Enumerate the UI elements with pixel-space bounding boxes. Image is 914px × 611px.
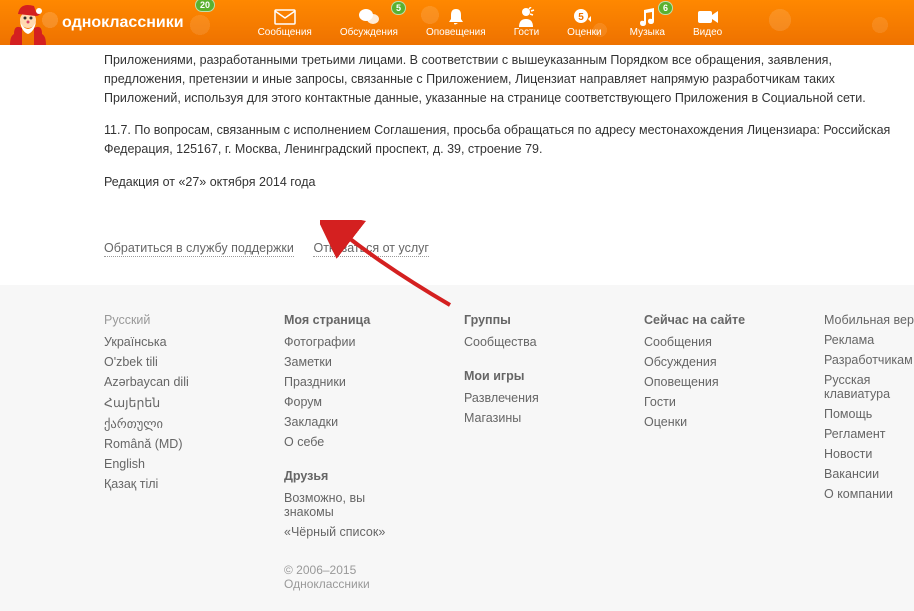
footer-link[interactable]: Развлечения <box>464 391 574 405</box>
agreement-date: Редакция от «27» октября 2014 года <box>104 173 914 192</box>
footer-link[interactable]: Оценки <box>644 415 754 429</box>
footer-col-misc: Мобильная версия Реклама Разработчикам Р… <box>824 313 914 591</box>
support-link[interactable]: Обратиться в службу поддержки <box>104 241 294 257</box>
nav-label: Видео <box>693 27 722 38</box>
nav-label: Сообщения <box>258 27 312 38</box>
bell-icon <box>445 7 467 27</box>
footer-link[interactable]: Помощь <box>824 407 914 421</box>
lang-link[interactable]: English <box>104 457 214 471</box>
footer-link[interactable]: Мобильная версия <box>824 313 914 327</box>
note-icon <box>636 7 658 27</box>
optout-link[interactable]: Отказаться от услуг <box>313 241 428 257</box>
person-icon <box>515 7 537 27</box>
nav-label: Гости <box>514 27 539 38</box>
footer-heading[interactable]: Друзья <box>284 469 394 483</box>
footer-link[interactable]: Заметки <box>284 355 394 369</box>
agreement-paragraph: Приложениями, разработанными третьими ли… <box>104 51 914 107</box>
agreement-paragraph: 11.7. По вопросам, связанным с исполнени… <box>104 121 914 159</box>
lang-link[interactable]: Azərbaycan dili <box>104 375 214 389</box>
footer-link[interactable]: Реклама <box>824 333 914 347</box>
nav-label: Музыка <box>630 27 665 38</box>
santa-logo-icon[interactable] <box>0 0 60 45</box>
lang-link[interactable]: ქართული <box>104 416 214 431</box>
nav-notifications[interactable]: Оповещения <box>412 3 500 42</box>
footer-link[interactable]: Обсуждения <box>644 355 754 369</box>
footer-col-mypage: Моя страница Фотографии Заметки Праздник… <box>284 313 394 591</box>
badge: 6 <box>658 1 673 15</box>
footer-link[interactable]: Оповещения <box>644 375 754 389</box>
nav-label: Оповещения <box>426 27 486 38</box>
logo-text[interactable]: одноклассники <box>62 14 184 32</box>
lang-link[interactable]: Română (MD) <box>104 437 214 451</box>
footer-heading[interactable]: Группы <box>464 313 574 327</box>
footer-col-languages: Русский Українська O'zbek tili Azərbayca… <box>104 313 214 591</box>
top-nav: Сообщения Обсуждения 5 Оповещения Гости … <box>244 3 737 42</box>
footer-link[interactable]: Регламент <box>824 427 914 441</box>
nav-messages[interactable]: Сообщения <box>244 3 326 42</box>
nav-discussions[interactable]: Обсуждения 5 <box>326 3 412 42</box>
lang-link[interactable]: Қазақ тілі <box>104 477 214 491</box>
lang-link[interactable]: Հայերեն <box>104 395 214 410</box>
footer-col-online: Сейчас на сайте Сообщения Обсуждения Опо… <box>644 313 754 591</box>
svg-text:5: 5 <box>579 12 585 23</box>
footer-link[interactable]: Гости <box>644 395 754 409</box>
footer-link[interactable]: Новости <box>824 447 914 461</box>
action-links-row: Обратиться в службу поддержки Отказаться… <box>0 230 914 285</box>
footer-link[interactable]: Праздники <box>284 375 394 389</box>
footer-link[interactable]: Разработчикам <box>824 353 914 367</box>
footer-link[interactable]: О компании <box>824 487 914 501</box>
lang-link[interactable]: Українська <box>104 335 214 349</box>
nav-label: Обсуждения <box>340 27 398 38</box>
footer-heading: Русский <box>104 313 214 327</box>
nav-music[interactable]: Музыка 6 <box>616 3 679 42</box>
nav-video[interactable]: Видео <box>679 3 736 42</box>
footer: Русский Українська O'zbek tili Azərbayca… <box>0 285 914 611</box>
rating-icon: 5 <box>573 7 595 27</box>
footer-heading[interactable]: Сейчас на сайте <box>644 313 754 327</box>
footer-link[interactable]: Возможно, вы знакомы <box>284 491 394 519</box>
copyright: © 2006–2015 Одноклассники <box>284 563 394 591</box>
footer-link[interactable]: Форум <box>284 395 394 409</box>
footer-heading[interactable]: Мои игры <box>464 369 574 383</box>
footer-link[interactable]: Вакансии <box>824 467 914 481</box>
footer-link[interactable]: Закладки <box>284 415 394 429</box>
header-bar: одноклассники 20 Сообщения Обсуждения 5 … <box>0 0 914 45</box>
footer-link[interactable]: «Чёрный список» <box>284 525 394 539</box>
footer-link[interactable]: Сообщения <box>644 335 754 349</box>
lang-link[interactable]: O'zbek tili <box>104 355 214 369</box>
camera-icon <box>697 7 719 27</box>
footer-link[interactable]: Русская клавиатура <box>824 373 914 401</box>
logo-notification-badge: 20 <box>195 0 215 12</box>
nav-ratings[interactable]: 5 Оценки <box>553 3 615 42</box>
footer-link[interactable]: Сообщества <box>464 335 574 349</box>
nav-guests[interactable]: Гости <box>500 3 553 42</box>
chat-icon <box>358 7 380 27</box>
badge: 5 <box>391 1 406 15</box>
footer-link[interactable]: О себе <box>284 435 394 449</box>
footer-link[interactable]: Магазины <box>464 411 574 425</box>
agreement-content: Приложениями, разработанными третьими ли… <box>0 45 914 230</box>
footer-link[interactable]: Фотографии <box>284 335 394 349</box>
envelope-icon <box>274 7 296 27</box>
footer-heading[interactable]: Моя страница <box>284 313 394 327</box>
nav-label: Оценки <box>567 27 601 38</box>
footer-col-groups: Группы Сообщества Мои игры Развлечения М… <box>464 313 574 591</box>
